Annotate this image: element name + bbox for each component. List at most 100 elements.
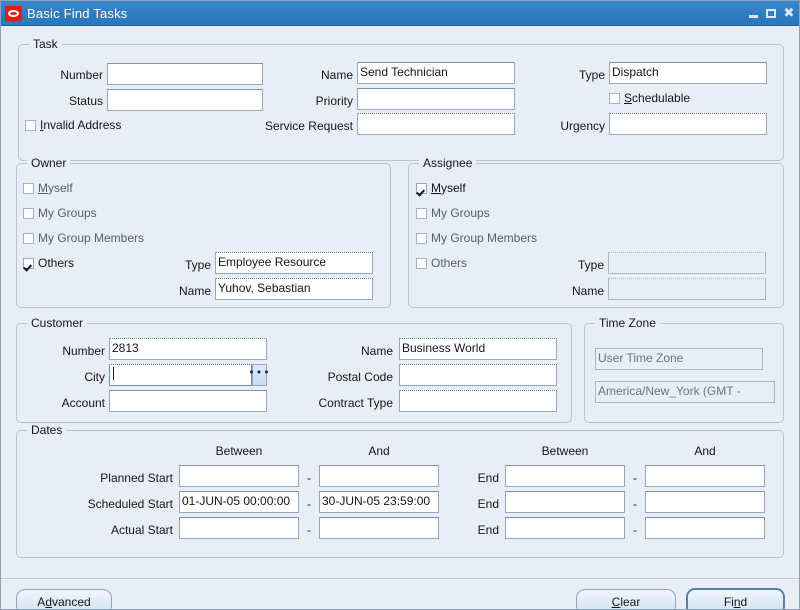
assignee-name-label: Name	[571, 284, 604, 298]
owner-name-input[interactable]: Yuhov, Sebastian	[215, 278, 373, 300]
customer-name-label: Name	[360, 344, 393, 358]
owner-my-groups-label: My Groups	[38, 206, 97, 220]
clear-button[interactable]: Clear	[576, 589, 676, 609]
advanced-button[interactable]: Advanced	[16, 589, 112, 609]
customer-postal-code-label: Postal Code	[327, 370, 393, 384]
customer-city-lov-button[interactable]: •••	[248, 364, 270, 386]
customer-number-label: Number	[62, 344, 105, 358]
owner-my-groups-checkbox[interactable]: My Groups	[23, 206, 97, 220]
planned-start-dash: -	[307, 471, 311, 485]
customer-account-input[interactable]	[109, 390, 267, 412]
dates-between-header-left: Between	[215, 444, 263, 458]
owner-type-label: Type	[184, 258, 211, 272]
checkbox-box	[23, 232, 34, 244]
task-urgency-input[interactable]	[609, 113, 767, 135]
task-urgency-label: Urgency	[560, 119, 605, 133]
owner-others-label: Others	[38, 256, 75, 270]
assignee-my-groups-label: My Groups	[431, 206, 490, 220]
task-number-label: Number	[60, 68, 103, 82]
invalid-address-label: Invalid Address	[40, 118, 122, 132]
owner-others-checkbox[interactable]: Others	[23, 256, 74, 270]
advanced-button-label: Advanced	[37, 595, 91, 609]
scheduled-start-and-input[interactable]: 30-JUN-05 23:59:00	[319, 491, 439, 513]
customer-contract-type-input[interactable]	[399, 390, 557, 412]
owner-my-group-members-checkbox[interactable]: My Group Members	[23, 231, 144, 245]
scheduled-start-label: Scheduled Start	[87, 497, 173, 511]
clear-button-label: Clear	[611, 595, 641, 609]
minimize-button[interactable]	[746, 7, 760, 20]
task-name-input[interactable]: Send Technician	[357, 62, 515, 84]
list-of-values-icon: •••	[248, 366, 271, 379]
schedulable-checkbox[interactable]: Schedulable	[609, 91, 690, 105]
checkbox-box	[23, 207, 34, 219]
invalid-address-checkbox[interactable]: Invalid Address	[25, 118, 121, 132]
task-type-input[interactable]: Dispatch	[609, 62, 767, 84]
scheduled-start-dash: -	[307, 497, 311, 511]
scheduled-start-between-input[interactable]: 01-JUN-05 00:00:00	[179, 491, 299, 513]
owner-my-group-members-label: My Group Members	[38, 231, 145, 245]
service-request-input[interactable]	[357, 113, 515, 135]
maximize-button[interactable]	[764, 7, 778, 20]
find-button[interactable]: Find	[686, 588, 785, 609]
actual-end-between-input[interactable]	[505, 517, 625, 539]
window-titlebar[interactable]: Basic Find Tasks ✖	[1, 1, 799, 26]
planned-end-dash: -	[633, 471, 637, 485]
planned-end-and-input[interactable]	[645, 465, 765, 487]
checkbox-box	[416, 232, 427, 244]
find-button-label: Find	[723, 595, 748, 609]
assignee-my-group-members-checkbox[interactable]: My Group Members	[416, 231, 537, 245]
owner-name-label: Name	[178, 284, 211, 298]
checkbox-box	[25, 119, 36, 131]
customer-city-label: City	[84, 370, 105, 384]
scheduled-end-and-input[interactable]	[645, 491, 765, 513]
customer-postal-code-input[interactable]	[399, 364, 557, 386]
customer-city-input[interactable]	[109, 364, 252, 386]
window-title: Basic Find Tasks	[27, 5, 128, 21]
actual-start-and-input[interactable]	[319, 517, 439, 539]
scheduled-end-label: End	[477, 497, 499, 511]
user-time-zone-input[interactable]: User Time Zone	[595, 348, 763, 370]
task-group-legend: Task	[29, 37, 62, 51]
customer-number-input[interactable]: 2813	[109, 338, 267, 360]
task-priority-input[interactable]	[357, 88, 515, 110]
minimize-icon	[748, 14, 758, 18]
time-zone-input[interactable]: America/New_York (GMT -	[595, 381, 775, 403]
planned-end-between-input[interactable]	[505, 465, 625, 487]
assignee-myself-label: Myself	[431, 181, 466, 195]
scheduled-end-between-input[interactable]	[505, 491, 625, 513]
owner-myself-label: Myself	[38, 181, 73, 195]
checkbox-box	[416, 207, 427, 219]
dates-and-header-right: And	[694, 444, 716, 458]
time-zone-group-legend: Time Zone	[595, 316, 660, 330]
checkbox-box	[416, 182, 427, 194]
assignee-others-label: Others	[431, 256, 468, 270]
planned-end-label: End	[477, 471, 499, 485]
actual-end-label: End	[477, 523, 499, 537]
actual-end-and-input[interactable]	[645, 517, 765, 539]
form-canvas: Task Number Status Invalid Address Name …	[1, 26, 799, 609]
planned-start-between-input[interactable]	[179, 465, 299, 487]
actual-end-dash: -	[633, 523, 637, 537]
window-controls: ✖	[746, 7, 796, 20]
assignee-type-input[interactable]	[608, 252, 766, 274]
assignee-others-checkbox[interactable]: Others	[416, 256, 467, 270]
owner-type-input[interactable]: Employee Resource	[215, 252, 373, 274]
actual-start-between-input[interactable]	[179, 517, 299, 539]
planned-start-and-input[interactable]	[319, 465, 439, 487]
checkbox-box	[609, 92, 620, 104]
assignee-myself-checkbox[interactable]: Myself	[416, 181, 466, 195]
assignee-my-groups-checkbox[interactable]: My Groups	[416, 206, 490, 220]
checkbox-box	[23, 257, 34, 269]
checkbox-box	[416, 257, 427, 269]
task-status-label: Status	[68, 94, 103, 108]
assignee-type-label: Type	[577, 258, 604, 272]
close-button[interactable]: ✖	[782, 7, 796, 20]
checkbox-box	[23, 182, 34, 194]
customer-name-input[interactable]: Business World	[399, 338, 557, 360]
assignee-name-input[interactable]	[608, 278, 766, 300]
owner-myself-checkbox[interactable]: Myself	[23, 181, 73, 195]
dates-group-legend: Dates	[27, 423, 67, 437]
task-priority-label: Priority	[315, 94, 353, 108]
assignee-group-legend: Assignee	[419, 156, 477, 170]
owner-group-legend: Owner	[27, 156, 71, 170]
